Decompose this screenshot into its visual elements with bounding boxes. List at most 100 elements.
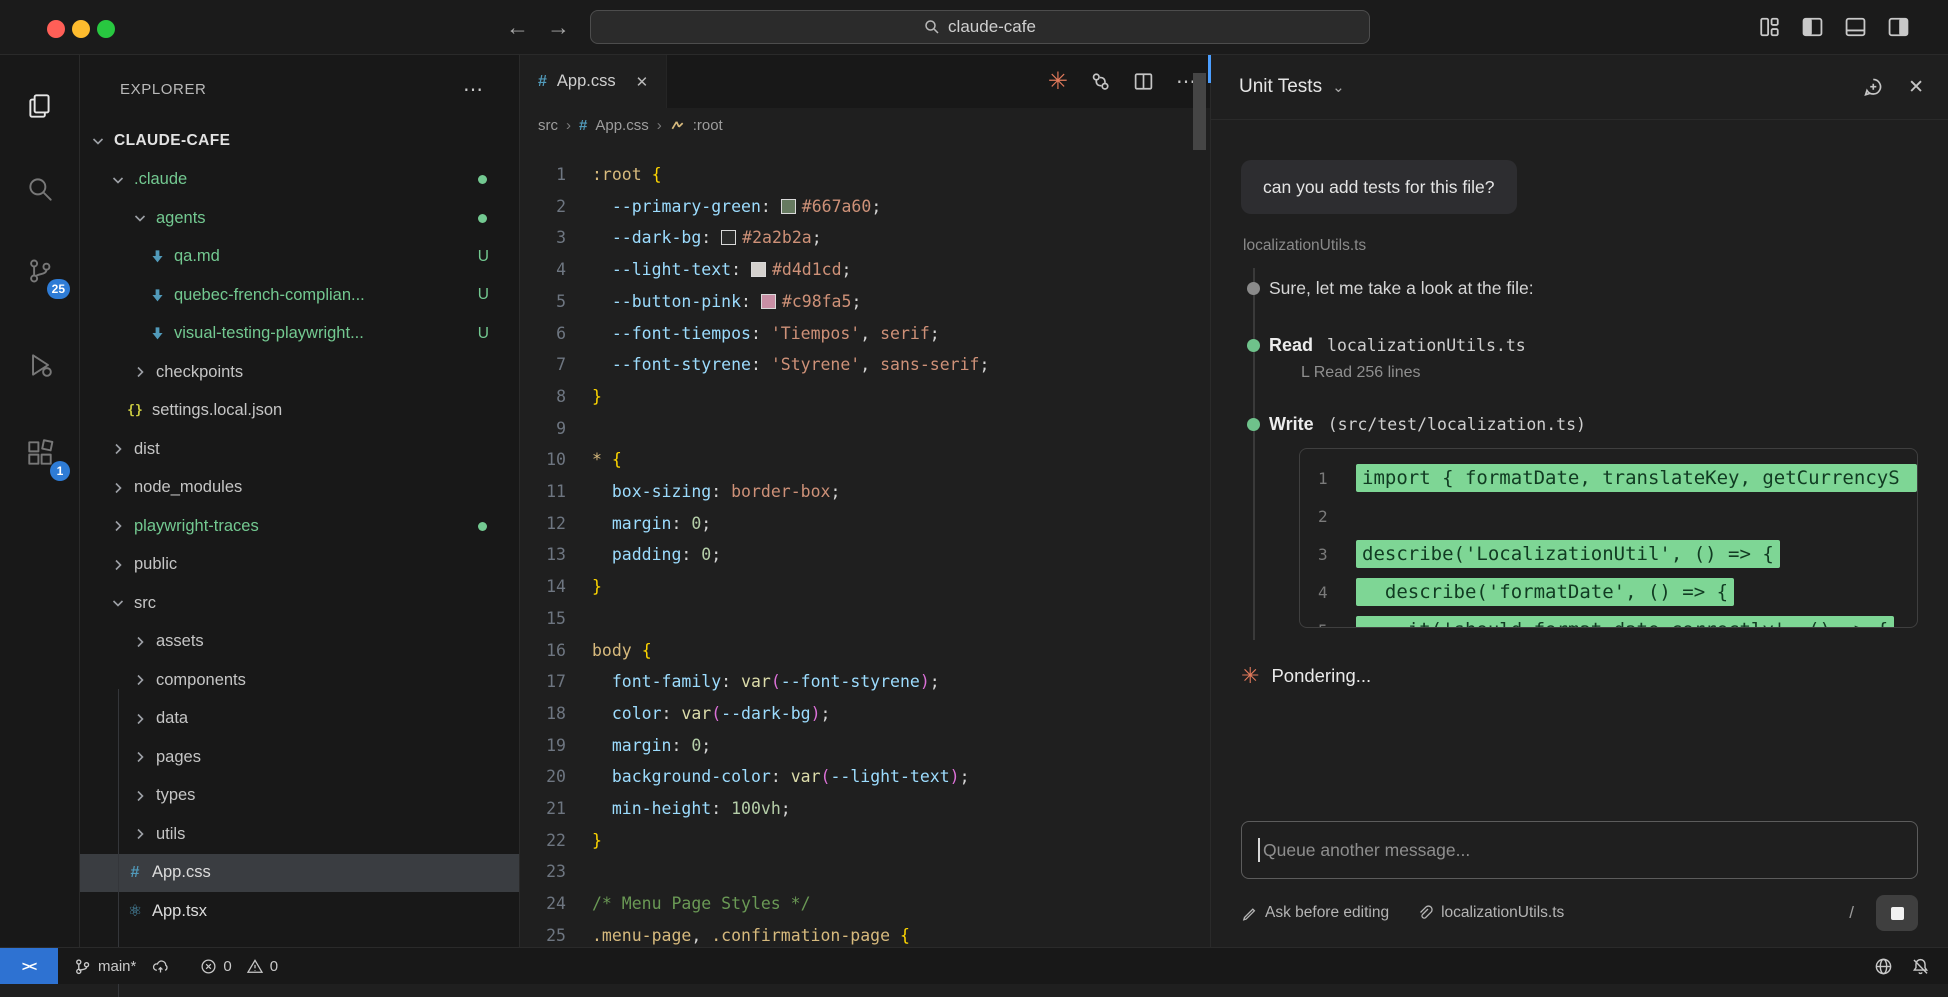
chevron-right-icon <box>132 711 150 727</box>
breadcrumb-symbol[interactable]: :root <box>693 117 723 134</box>
message-input[interactable]: Queue another message... <box>1241 821 1918 879</box>
chevron-down-icon <box>110 172 128 188</box>
color-swatch <box>781 199 796 214</box>
tree-item-src[interactable]: src <box>80 584 519 623</box>
text-cursor <box>1258 838 1260 862</box>
run-debug-icon[interactable] <box>16 341 64 389</box>
tree-item-utils[interactable]: utils <box>80 815 519 854</box>
code-line: 3 --dark-bg: #2a2b2a; <box>520 222 1210 254</box>
git-changes-dot <box>478 175 487 184</box>
close-window-button[interactable] <box>47 20 65 38</box>
tree-item-public[interactable]: public <box>80 546 519 585</box>
tree-item-app-tsx[interactable]: ⚛App.tsx <box>80 892 519 931</box>
tree-item-components[interactable]: components <box>80 661 519 700</box>
read-detail: L Read 256 lines <box>1241 364 1918 382</box>
tree-item-app-css[interactable]: #App.css <box>80 854 519 893</box>
tree-item-visual-testing-playwright-[interactable]: visual-testing-playwright...U <box>80 315 519 354</box>
search-text: claude-cafe <box>948 17 1036 37</box>
chevron-down-icon <box>110 595 128 611</box>
chevron-right-icon <box>110 557 128 573</box>
code-editor[interactable]: 1:root {2 --primary-green: #667a60;3 --d… <box>520 142 1210 947</box>
diff-line: 5 it('should format date correctly', () … <box>1300 611 1917 628</box>
md-file-icon <box>148 326 166 341</box>
tab-label: App.css <box>557 72 616 91</box>
permission-mode-button[interactable]: Ask before editing <box>1241 904 1389 922</box>
sash-indicator <box>1208 55 1211 83</box>
toggle-primary-sidebar-icon[interactable] <box>1801 16 1824 38</box>
write-tool-event[interactable]: Write (src/test/localization.ts) <box>1241 414 1918 435</box>
code-line: 20 background-color: var(--light-text); <box>520 761 1210 793</box>
code-line: 10* { <box>520 444 1210 476</box>
forward-icon[interactable]: → <box>547 14 570 41</box>
diff-preview[interactable]: 1import { formatDate, translateKey, getC… <box>1299 448 1918 628</box>
git-untracked-badge: U <box>478 248 489 266</box>
read-tool-event[interactable]: Read localizationUtils.ts <box>1241 335 1918 356</box>
editor-scrollbar[interactable] <box>1193 73 1206 150</box>
toggle-panel-icon[interactable] <box>1844 16 1867 38</box>
tree-item--claude[interactable]: .claude <box>80 161 519 200</box>
extensions-icon[interactable]: 1 <box>16 429 64 477</box>
chevron-down-icon[interactable]: ⌄ <box>1332 78 1345 96</box>
remote-indicator[interactable]: >< <box>0 948 58 984</box>
source-control-icon[interactable]: 25 <box>16 247 64 295</box>
close-panel-icon[interactable]: ✕ <box>1908 76 1924 99</box>
notifications-muted-icon[interactable] <box>1911 957 1930 976</box>
json-file-icon: {} <box>126 403 144 418</box>
title-bar: ← → claude-cafe <box>0 0 1948 55</box>
input-placeholder: Queue another message... <box>1263 840 1470 861</box>
tree-item-playwright-traces[interactable]: playwright-traces <box>80 507 519 546</box>
customize-layout-icon[interactable] <box>1758 16 1781 38</box>
explorer-more-icon[interactable]: ⋯ <box>463 77 483 102</box>
code-line: 16body { <box>520 635 1210 667</box>
window-controls[interactable] <box>47 20 115 38</box>
stop-button[interactable] <box>1876 895 1918 931</box>
tree-item-dist[interactable]: dist <box>80 430 519 469</box>
color-swatch <box>751 262 766 277</box>
git-branch-item[interactable]: main* <box>74 958 170 975</box>
breadcrumb[interactable]: src › # App.css › :root <box>520 108 1210 142</box>
editor-group: # App.css ✕ ✳ ⋯ src › # App.css › :root … <box>519 55 1210 947</box>
explorer-icon[interactable] <box>16 82 64 130</box>
tree-item-assets[interactable]: assets <box>80 623 519 662</box>
problems-item[interactable]: 0 0 <box>200 958 278 975</box>
tree-item-pages[interactable]: pages <box>80 738 519 777</box>
tree-item-quebec-french-complian-[interactable]: quebec-french-complian...U <box>80 276 519 315</box>
split-editor-icon[interactable] <box>1133 71 1154 92</box>
slash-command-hint[interactable]: / <box>1849 903 1854 923</box>
attached-file-chip[interactable]: localizationUtils.ts <box>1417 904 1564 922</box>
back-icon[interactable]: ← <box>506 14 529 41</box>
command-center-search[interactable]: claude-cafe <box>590 10 1370 44</box>
toggle-secondary-sidebar-icon[interactable] <box>1887 16 1910 38</box>
code-line: 8} <box>520 381 1210 413</box>
panel-title[interactable]: Unit Tests <box>1239 76 1322 98</box>
code-line: 17 font-family: var(--font-styrene); <box>520 666 1210 698</box>
chevron-right-icon <box>132 634 150 650</box>
search-icon <box>924 19 940 35</box>
compare-changes-icon[interactable] <box>1090 71 1111 92</box>
activity-bar: 25 1 <box>0 55 80 947</box>
tree-item-node-modules[interactable]: node_modules <box>80 469 519 508</box>
tree-item-checkpoints[interactable]: checkpoints <box>80 353 519 392</box>
tree-item-agents[interactable]: agents <box>80 199 519 238</box>
minimize-window-button[interactable] <box>72 20 90 38</box>
tree-item-data[interactable]: data <box>80 700 519 739</box>
tree-root[interactable]: CLAUDE-CAFE <box>80 122 519 161</box>
tab-app-css[interactable]: # App.css ✕ <box>520 55 667 108</box>
breadcrumb-src[interactable]: src <box>538 117 558 134</box>
assistant-text-event: Sure, let me take a look at the file: <box>1241 278 1918 299</box>
close-tab-icon[interactable]: ✕ <box>636 73 649 91</box>
tree-item-qa-md[interactable]: qa.mdU <box>80 238 519 277</box>
tree-item-types[interactable]: types <box>80 777 519 816</box>
diff-line: 4 describe('formatDate', () => { <box>1300 573 1917 611</box>
git-changes-dot <box>478 214 487 223</box>
tree-item-settings-local-json[interactable]: {}settings.local.json <box>80 392 519 431</box>
new-chat-icon[interactable] <box>1862 76 1884 98</box>
globe-icon[interactable] <box>1874 957 1893 976</box>
search-view-icon[interactable] <box>16 165 64 213</box>
claude-action-icon[interactable]: ✳ <box>1048 67 1068 96</box>
chevron-right-icon <box>132 788 150 804</box>
publish-changes-icon[interactable] <box>151 958 170 975</box>
warning-icon <box>246 958 264 975</box>
breadcrumb-file[interactable]: App.css <box>595 117 648 134</box>
zoom-window-button[interactable] <box>97 20 115 38</box>
